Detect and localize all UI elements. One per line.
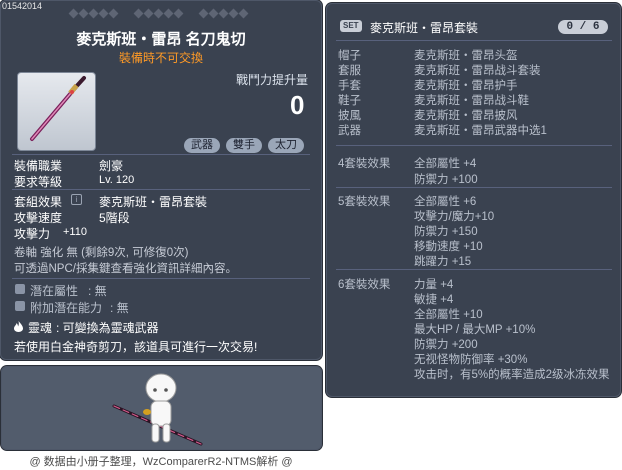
- star-icon: [218, 8, 229, 19]
- set-effect-5-stat: 跳躍力 +15: [414, 256, 472, 268]
- set-badge: SET: [340, 20, 362, 32]
- additional-potential-icon: [15, 301, 25, 311]
- divider: [12, 278, 310, 279]
- set-effect-6-stat: 最大HP / 最大MP +10%: [414, 324, 536, 336]
- set-effect-6-stat: 敏捷 +4: [414, 294, 454, 306]
- set-piece-slot: 武器: [338, 125, 361, 137]
- divider: [336, 40, 612, 41]
- potential-icon: [15, 284, 25, 294]
- set-effect-5-stat: 攻擊力/魔力+10: [414, 211, 495, 223]
- set-piece-name: 麦克斯班・雷昂战斗套装: [414, 65, 541, 77]
- attack-speed-label: 攻擊速度: [14, 211, 63, 225]
- set-effect-value: 麥克斯班・雷昂套裝: [99, 195, 208, 209]
- set-effect-6-label: 6套裝效果: [338, 279, 391, 291]
- potential-label: 潛在屬性: [30, 284, 79, 298]
- potential-value: : 無: [88, 284, 107, 298]
- star-icon: [108, 8, 119, 19]
- star-icon: [78, 8, 89, 19]
- set-effect-panel: SET 麥克斯班・雷昂套裝 0 / 6 帽子 麦克斯班・雷昂头盔 套服 麦克斯班…: [326, 3, 621, 397]
- set-effect-5-stat: 全部屬性 +6: [414, 196, 477, 208]
- divider: [336, 269, 612, 270]
- divider: [336, 187, 612, 188]
- set-effect-6-stat: 无视怪物防御率 +30%: [414, 354, 528, 366]
- set-piece-slot: 手套: [338, 80, 361, 92]
- set-effect-5-stat: 移動速度 +10: [414, 241, 483, 253]
- star-icon: [153, 8, 164, 19]
- star-icon: [163, 8, 174, 19]
- set-piece-name: 麦克斯班・雷昂武器中选1: [414, 125, 547, 137]
- star-icon: [238, 8, 249, 19]
- set-effect-4-stat: 防禦力 +100: [414, 174, 478, 186]
- enhance-info: 卷軸 強化 無 (剩餘9次, 可修復0次): [14, 247, 189, 259]
- character-avatar: [112, 373, 203, 446]
- star-icon: [88, 8, 99, 19]
- star-icon: [198, 8, 209, 19]
- set-effect-4-stat: 全部屬性 +4: [414, 158, 477, 170]
- scissors-note: 若使用白金神奇剪刀，該道具可進行一次交易!: [14, 340, 258, 354]
- star-icon: [133, 8, 144, 19]
- item-icon-frame: [17, 72, 96, 151]
- enhance-help: 可透過NPC/採集鍵查看強化資訊詳細內容。: [14, 263, 237, 275]
- set-piece-name: 麦克斯班・雷昂护手: [414, 80, 518, 92]
- divider: [12, 154, 310, 155]
- set-piece-slot: 套服: [338, 65, 361, 77]
- set-effect-4-label: 4套裝效果: [338, 158, 391, 170]
- additional-potential-label: 附加潛在能力: [30, 301, 103, 315]
- set-piece-name: 麦克斯班・雷昂战斗鞋: [414, 95, 529, 107]
- set-effect-6-stat: 攻击时，有5%的概率造成2级冰冻效果: [414, 369, 610, 381]
- divider: [336, 145, 612, 146]
- item-tooltip-panel: 01542014 麥克斯班・雷昂 名刀鬼切 裝備時不可交換 戰鬥力提升量 0 武…: [0, 0, 322, 360]
- set-effect-6-stat: 力量 +4: [414, 279, 454, 291]
- star-icon: [208, 8, 219, 19]
- additional-potential-value: : 無: [110, 301, 129, 315]
- job-label: 裝備職業: [14, 159, 63, 173]
- set-effect-6-stat: 防禦力 +200: [414, 339, 478, 351]
- tag-katana: 太刀: [268, 138, 304, 153]
- level-value: Lv. 120: [99, 174, 135, 186]
- level-label: 要求等級: [14, 175, 63, 189]
- soul-value: : 可變換為靈魂武器: [56, 321, 159, 335]
- trade-restriction: 裝備時不可交換: [118, 51, 203, 65]
- set-info-icon: i: [71, 194, 82, 205]
- star-icon: [173, 8, 184, 19]
- attack-label: 攻擊力: [14, 227, 51, 241]
- attack-speed-value: 5階段: [99, 211, 130, 225]
- job-value: 劍豪: [99, 159, 124, 173]
- divider: [12, 189, 310, 190]
- attack-value: +110: [63, 226, 87, 238]
- item-code: 01542014: [2, 1, 43, 11]
- soul-flame-icon: [14, 321, 23, 332]
- set-title: 麥克斯班・雷昂套裝: [370, 21, 479, 35]
- character-preview-panel: [1, 366, 322, 450]
- set-piece-slot: 鞋子: [338, 95, 361, 107]
- set-piece-name: 麦克斯班・雷昂披风: [414, 110, 518, 122]
- set-effect-5-label: 5套裝效果: [338, 196, 391, 208]
- star-icon: [98, 8, 109, 19]
- combat-power-value: 0: [290, 90, 305, 120]
- set-piece-name: 麦克斯班・雷昂头盔: [414, 50, 518, 62]
- set-effect-label: 套組效果: [14, 195, 63, 209]
- star-icon: [68, 8, 79, 19]
- set-count: 0 / 6: [558, 20, 608, 34]
- set-effect-6-stat: 全部屬性 +10: [414, 309, 483, 321]
- set-effect-5-stat: 防禦力 +150: [414, 226, 478, 238]
- set-piece-slot: 帽子: [338, 50, 361, 62]
- katana-icon: [30, 76, 86, 141]
- star-icon: [228, 8, 239, 19]
- star-icon: [143, 8, 154, 19]
- combat-power-label: 戰鬥力提升量: [236, 73, 309, 87]
- tag-weapon: 武器: [184, 138, 220, 153]
- set-piece-slot: 披風: [338, 110, 361, 122]
- star-force-stars: [66, 8, 286, 20]
- soul-label: 靈魂: [28, 321, 53, 335]
- tag-two-handed: 雙手: [226, 138, 262, 153]
- footer-credit: @ 数据由小册子整理，WzComparerR2-NTMS解析 @: [29, 456, 293, 468]
- item-name: 麥克斯班・雷昂 名刀鬼切: [76, 31, 246, 48]
